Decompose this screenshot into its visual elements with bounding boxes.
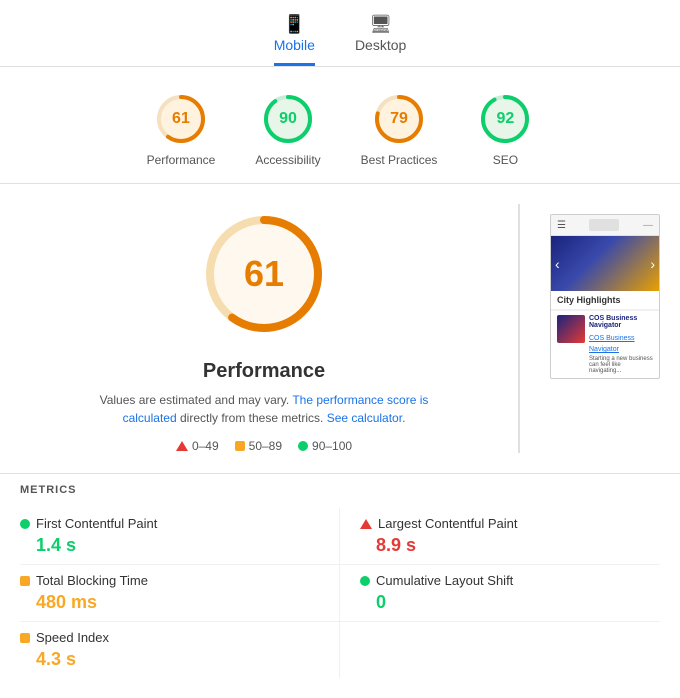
large-performance-circle: 61 (194, 204, 334, 344)
score-best-practices-value: 79 (390, 110, 408, 128)
score-seo-label: SEO (493, 153, 518, 167)
large-score-value: 61 (244, 253, 284, 295)
metric-tbt-value: 480 ms (36, 592, 319, 613)
legend-green-label: 90–100 (312, 439, 352, 453)
tab-desktop-label: Desktop (355, 37, 406, 53)
metric-si: Speed Index 4.3 s (20, 622, 340, 678)
score-performance-value: 61 (172, 110, 190, 128)
metric-cls-icon (360, 576, 370, 586)
metric-cls-header: Cumulative Layout Shift (360, 573, 660, 588)
metric-si-header: Speed Index (20, 630, 319, 645)
left-panel: 61 Performance Values are estimated and … (20, 204, 508, 453)
main-content: 61 Performance Values are estimated and … (0, 184, 680, 463)
mock-card-link-wrap: COS Business Navigator (589, 332, 653, 354)
tab-desktop[interactable]: 🖥 Desktop (355, 14, 406, 66)
metric-lcp-icon (360, 519, 372, 529)
metric-si-icon (20, 633, 30, 643)
metric-tbt-name: Total Blocking Time (36, 573, 148, 588)
green-circle-icon (298, 441, 308, 451)
metric-tbt: Total Blocking Time 480 ms (20, 565, 340, 622)
hamburger-icon: ☰ (557, 220, 566, 231)
red-triangle-icon (176, 441, 188, 451)
performance-title: Performance (203, 360, 325, 383)
mock-image-slider: ‹ › (551, 236, 659, 291)
metric-cls-value: 0 (376, 592, 660, 613)
metric-fcp-icon (20, 519, 30, 529)
mock-logo (589, 219, 619, 231)
score-performance-label: Performance (147, 153, 216, 167)
legend-red: 0–49 (176, 439, 219, 453)
score-accessibility[interactable]: 90 Accessibility (255, 91, 320, 167)
legend: 0–49 50–89 90–100 (176, 439, 352, 453)
mock-card-logo (557, 315, 585, 343)
metrics-label: METRICS (20, 484, 660, 496)
metric-lcp-value: 8.9 s (376, 535, 660, 556)
orange-square-icon (235, 441, 245, 451)
right-panel: ☰ — ‹ › City Highlights COS Business Nav… (550, 214, 660, 453)
mock-close-icon: — (643, 220, 653, 231)
legend-red-label: 0–49 (192, 439, 219, 453)
score-best-practices[interactable]: 79 Best Practices (361, 91, 438, 167)
mock-card-content: COS Business Navigator COS Business Navi… (589, 315, 653, 374)
scores-row: 61 Performance 90 Accessibility 79 Best … (0, 67, 680, 184)
score-accessibility-value: 90 (279, 110, 297, 128)
desc-link2[interactable]: See calculator. (327, 411, 406, 425)
metric-tbt-icon (20, 576, 30, 586)
metric-fcp-name: First Contentful Paint (36, 516, 157, 531)
tab-mobile[interactable]: 📱 Mobile (274, 14, 315, 66)
metric-si-name: Speed Index (36, 630, 109, 645)
slider-prev-icon[interactable]: ‹ (555, 256, 560, 272)
mock-card-link[interactable]: COS Business Navigator (589, 335, 635, 353)
mock-card-footer-text: Starting a new business can feel like na… (589, 356, 653, 374)
legend-orange-label: 50–89 (249, 439, 282, 453)
mock-city-highlights: City Highlights (551, 291, 659, 311)
metric-tbt-header: Total Blocking Time (20, 573, 319, 588)
mock-toolbar-icons: ☰ (557, 220, 566, 231)
metric-fcp-header: First Contentful Paint (20, 516, 319, 531)
score-accessibility-label: Accessibility (255, 153, 320, 167)
metric-lcp-header: Largest Contentful Paint (360, 516, 660, 531)
score-seo-value: 92 (496, 110, 514, 128)
tab-mobile-label: Mobile (274, 37, 315, 53)
legend-green: 90–100 (298, 439, 352, 453)
metrics-grid: First Contentful Paint 1.4 s Largest Con… (20, 508, 660, 678)
metric-cls: Cumulative Layout Shift 0 (340, 565, 660, 622)
metric-cls-name: Cumulative Layout Shift (376, 573, 513, 588)
metric-lcp: Largest Contentful Paint 8.9 s (340, 508, 660, 565)
metric-fcp: First Contentful Paint 1.4 s (20, 508, 340, 565)
metrics-section: METRICS First Contentful Paint 1.4 s Lar… (0, 473, 680, 698)
legend-orange: 50–89 (235, 439, 282, 453)
vertical-divider (518, 204, 520, 453)
score-performance[interactable]: 61 Performance (147, 91, 216, 167)
mock-toolbar: ☰ — (551, 215, 659, 236)
mock-card: COS Business Navigator COS Business Navi… (551, 311, 659, 378)
metric-fcp-value: 1.4 s (36, 535, 319, 556)
desc-text: Values are estimated and may vary. (100, 393, 293, 407)
desktop-icon: 🖥 (369, 14, 392, 35)
desc-mid: directly from these metrics. (180, 411, 327, 425)
mock-browser: ☰ — ‹ › City Highlights COS Business Nav… (550, 214, 660, 379)
metric-lcp-name: Largest Contentful Paint (378, 516, 517, 531)
slider-next-icon[interactable]: › (650, 256, 655, 272)
performance-desc: Values are estimated and may vary. The p… (84, 391, 444, 427)
metric-empty (340, 622, 660, 678)
score-best-practices-label: Best Practices (361, 153, 438, 167)
score-seo[interactable]: 92 SEO (477, 91, 533, 167)
tab-bar: 📱 Mobile 🖥 Desktop (0, 0, 680, 67)
metric-si-value: 4.3 s (36, 649, 319, 670)
mobile-icon: 📱 (283, 14, 305, 35)
mock-card-title: COS Business Navigator (589, 315, 653, 329)
